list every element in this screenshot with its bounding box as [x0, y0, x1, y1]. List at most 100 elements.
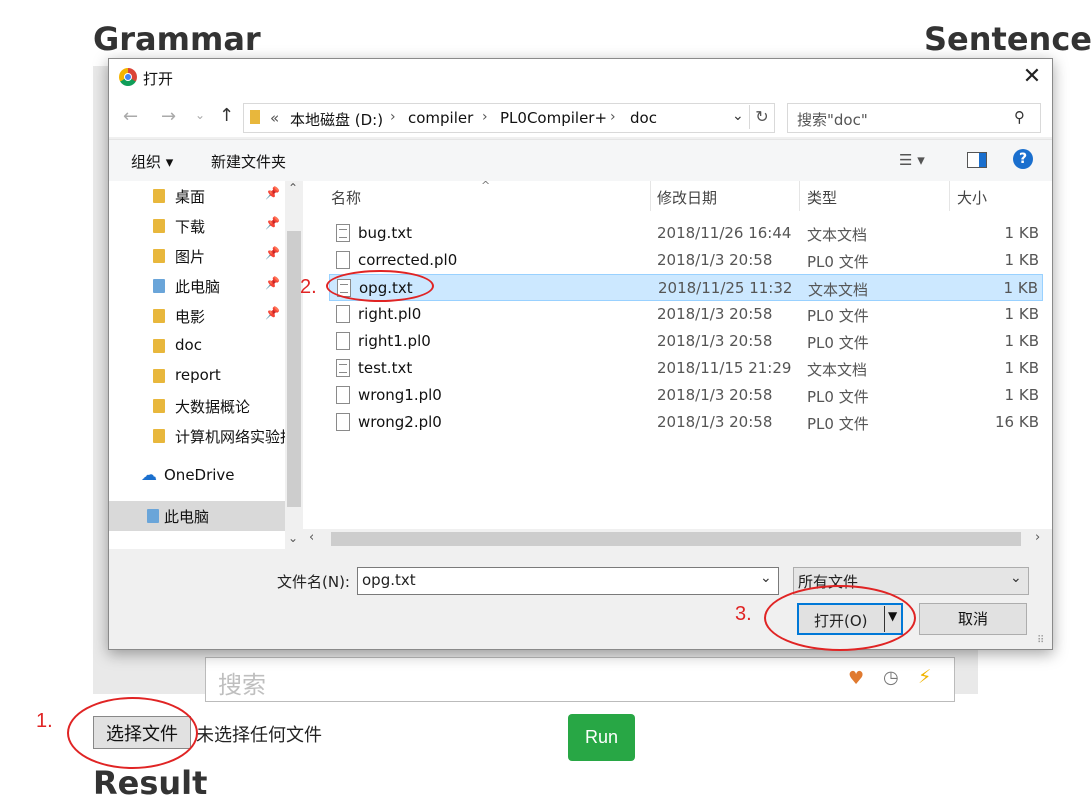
close-icon[interactable]: ✕: [1017, 63, 1047, 91]
file-row[interactable]: opg.txt 2018/11/25 11:32 文本文档 1 KB: [329, 274, 1043, 301]
computer-icon: [147, 509, 159, 523]
file-type: 文本文档: [807, 361, 868, 379]
organize-menu[interactable]: 组织 ▾: [131, 151, 173, 172]
file-name: corrected.pl0: [358, 251, 458, 269]
column-header-type[interactable]: 类型: [807, 187, 837, 208]
file-size: 1 KB: [1004, 386, 1039, 404]
column-header-size[interactable]: 大小: [957, 187, 987, 208]
file-date: 2018/11/25 11:32: [658, 279, 793, 297]
view-options-icon[interactable]: ☰ ▾: [899, 151, 925, 169]
magnifier-icon: ⚲: [1014, 108, 1025, 126]
scroll-left-icon[interactable]: ‹: [309, 530, 314, 545]
refresh-icon[interactable]: ↻: [749, 105, 774, 129]
nav-item-this-pc[interactable]: 此电脑: [109, 501, 285, 531]
breadcrumb-compiler[interactable]: compiler: [408, 109, 473, 127]
scroll-down-icon[interactable]: ⌄: [288, 531, 298, 545]
computer-icon: [153, 279, 165, 293]
nav-item-this-pc-pinned[interactable]: 此电脑 📌: [109, 271, 285, 301]
breadcrumb-separator-icon[interactable]: ›: [610, 109, 616, 125]
breadcrumb-separator-icon[interactable]: ›: [390, 109, 396, 125]
file-row[interactable]: right.pl0 2018/1/3 20:58 PL0 文件 1 KB: [329, 301, 1043, 328]
file-size: 1 KB: [1004, 332, 1039, 350]
folder-icon: [153, 249, 165, 263]
up-arrow-icon[interactable]: ↑: [219, 105, 234, 126]
file-row[interactable]: wrong2.pl0 2018/1/3 20:58 PL0 文件 16 KB: [329, 409, 1043, 436]
filter-dropdown-icon[interactable]: ⌄: [1010, 570, 1022, 586]
nav-item-network-lab[interactable]: 计算机网络实验报: [109, 421, 285, 451]
resize-grip-icon[interactable]: ⠿: [1037, 635, 1044, 646]
file-size: 1 KB: [1004, 251, 1039, 269]
lightning-icon[interactable]: ⚡: [918, 666, 931, 688]
nav-item-doc[interactable]: doc: [109, 331, 285, 361]
pin-icon: 📌: [265, 276, 280, 290]
folder-search-input[interactable]: 搜索"doc" ⚲: [787, 103, 1041, 133]
file-row[interactable]: wrong1.pl0 2018/1/3 20:58 PL0 文件 1 KB: [329, 382, 1043, 409]
dialog-titlebar[interactable]: [109, 59, 1052, 95]
file-date: 2018/1/3 20:58: [657, 386, 773, 404]
no-file-chosen-text: 未选择任何文件: [196, 725, 322, 746]
dialog-footer: [109, 549, 1052, 649]
nav-item-bigdata[interactable]: 大数据概论: [109, 391, 285, 421]
scroll-up-icon[interactable]: ⌃: [288, 181, 298, 195]
address-bar[interactable]: « 本地磁盘 (D:) › compiler › PL0Compiler+ › …: [243, 103, 775, 133]
cancel-button[interactable]: 取消: [919, 603, 1027, 635]
file-size: 1 KB: [1004, 359, 1039, 377]
nav-item-movies[interactable]: 电影 📌: [109, 301, 285, 331]
column-divider[interactable]: [650, 181, 651, 211]
column-divider[interactable]: [799, 181, 800, 211]
file-type: 文本文档: [807, 226, 868, 244]
bookmark-heart-icon[interactable]: ♥: [848, 668, 864, 689]
sentence-heading: Sentence: [924, 20, 1092, 58]
breadcrumb-separator-icon[interactable]: ›: [482, 109, 488, 125]
nav-item-onedrive[interactable]: ☁ OneDrive: [109, 461, 285, 491]
file-date: 2018/1/3 20:58: [657, 305, 773, 323]
back-arrow-icon[interactable]: ←: [123, 106, 138, 127]
filename-dropdown-icon[interactable]: ⌄: [760, 570, 772, 586]
breadcrumb-doc[interactable]: doc: [630, 109, 657, 127]
folder-icon: [153, 339, 165, 353]
nav-item-desktop[interactable]: 桌面 📌: [109, 181, 285, 211]
file-icon: [336, 413, 350, 431]
annotation-ellipse-2: [326, 270, 434, 302]
folder-icon: [153, 309, 165, 323]
breadcrumb-drive[interactable]: 本地磁盘 (D:): [290, 109, 383, 130]
annotation-step1: 1.: [36, 710, 53, 732]
column-header-name[interactable]: 名称: [331, 187, 361, 208]
open-file-dialog[interactable]: 打开 ✕ ← → ⌄ ↑ « 本地磁盘 (D:) › compiler › PL…: [108, 58, 1053, 650]
file-date: 2018/1/3 20:58: [657, 251, 773, 269]
file-row[interactable]: right1.pl0 2018/1/3 20:58 PL0 文件 1 KB: [329, 328, 1043, 355]
filename-input[interactable]: opg.txt ⌄: [357, 567, 779, 595]
file-row[interactable]: bug.txt 2018/11/26 16:44 文本文档 1 KB: [329, 220, 1043, 247]
search-box[interactable]: 搜索 ♥ ◷ ⚡: [205, 657, 955, 702]
new-folder-button[interactable]: 新建文件夹: [211, 151, 286, 172]
nav-scrollbar-thumb[interactable]: [287, 231, 301, 507]
run-button[interactable]: Run: [568, 714, 635, 761]
file-row[interactable]: test.txt 2018/11/15 21:29 文本文档 1 KB: [329, 355, 1043, 382]
file-row[interactable]: corrected.pl0 2018/1/3 20:58 PL0 文件 1 KB: [329, 247, 1043, 274]
file-name: bug.txt: [358, 224, 412, 242]
column-divider[interactable]: [949, 181, 950, 211]
cloud-icon: ☁: [141, 465, 157, 484]
scroll-right-icon[interactable]: ›: [1035, 530, 1040, 545]
help-icon[interactable]: ?: [1013, 149, 1033, 169]
pin-icon: 📌: [265, 216, 280, 230]
recent-chevron-icon[interactable]: ⌄: [195, 108, 205, 122]
nav-item-pictures[interactable]: 图片 📌: [109, 241, 285, 271]
file-date: 2018/1/3 20:58: [657, 413, 773, 431]
file-name: wrong2.pl0: [358, 413, 442, 431]
forward-arrow-icon[interactable]: →: [161, 106, 176, 127]
column-header-date[interactable]: 修改日期: [657, 187, 717, 208]
file-name: wrong1.pl0: [358, 386, 442, 404]
nav-label: 计算机网络实验报: [175, 428, 285, 446]
nav-item-report[interactable]: report: [109, 361, 285, 391]
result-heading: Result: [93, 764, 208, 802]
address-dropdown-icon[interactable]: ⌄: [732, 108, 744, 124]
dialog-title: 打开: [143, 70, 174, 88]
grammar-heading: Grammar: [93, 20, 261, 58]
preview-pane-icon[interactable]: [967, 152, 987, 168]
breadcrumb-pl0compiler[interactable]: PL0Compiler+: [500, 109, 607, 127]
file-list-h-scrollbar-thumb[interactable]: [331, 532, 1021, 546]
breadcrumb-overflow[interactable]: «: [270, 109, 279, 127]
clock-icon[interactable]: ◷: [883, 667, 899, 688]
nav-item-downloads[interactable]: 下载 📌: [109, 211, 285, 241]
